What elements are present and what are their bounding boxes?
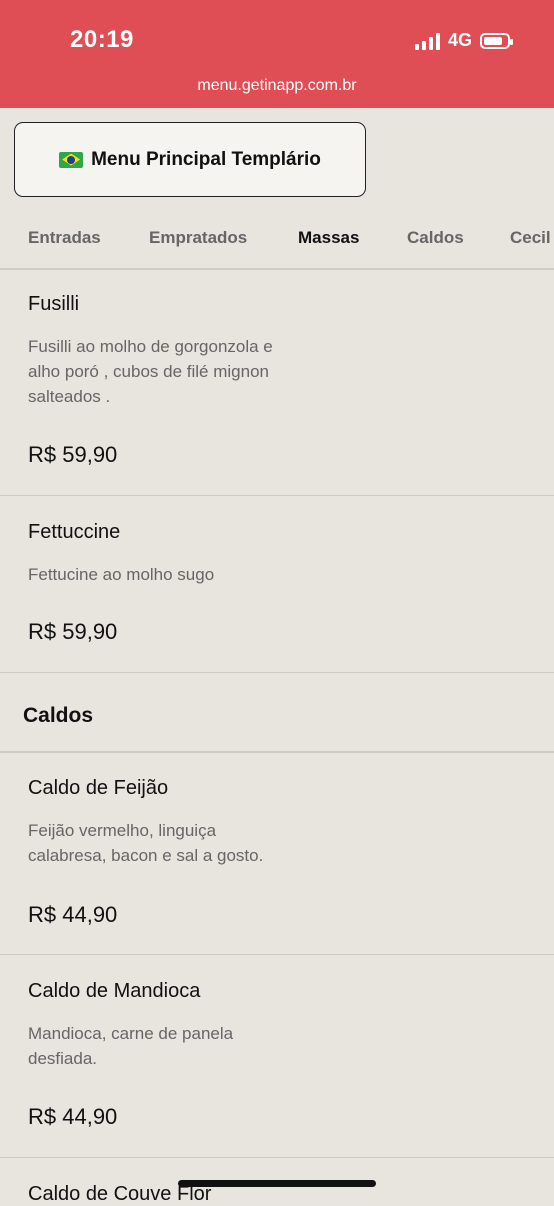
item-price: R$ 44,90 bbox=[28, 1104, 118, 1129]
tab-cecil[interactable]: Cecil bbox=[510, 228, 551, 248]
item-description-line: desfiada. bbox=[28, 1049, 97, 1068]
menu-item-caldo-feijao[interactable]: Caldo de Feijão Feijão vermelho, linguiç… bbox=[0, 753, 554, 955]
menu-item-caldo-mandioca[interactable]: Caldo de Mandioca Mandioca, carne de pan… bbox=[0, 955, 554, 1158]
menu-item-fusilli[interactable]: Fusilli Fusilli ao molho de gorgonzola e… bbox=[0, 269, 554, 496]
menu-item-fettuccine[interactable]: Fettuccine Fettucine ao molho sugo R$ 59… bbox=[0, 496, 554, 673]
menu-button-label: Menu Principal Templário bbox=[91, 148, 321, 170]
network-label: 4G bbox=[447, 30, 472, 50]
status-time: 20:19 bbox=[70, 26, 134, 53]
url-bar[interactable]: menu.getinapp.com.br bbox=[0, 77, 554, 95]
tab-entradas[interactable]: Entradas bbox=[28, 228, 101, 248]
item-description-line: alho poró , cubos de filé mignon bbox=[28, 362, 269, 381]
tab-empratados[interactable]: Empratados bbox=[149, 228, 247, 248]
item-description: Feijão vermelho, linguiça calabresa, bac… bbox=[28, 818, 328, 868]
category-tabs: Entradas Empratados Massas Caldos Cecil bbox=[0, 216, 554, 270]
signal-icon bbox=[414, 32, 440, 50]
item-name: Caldo de Mandioca bbox=[28, 980, 201, 1002]
item-name: Fusilli bbox=[28, 293, 80, 315]
item-description: Mandioca, carne de panela desfiada. bbox=[28, 1021, 328, 1071]
status-header: 20:19 4G menu.getinapp.com.br bbox=[0, 0, 554, 108]
item-description: Fusilli ao molho de gorgonzola e alho po… bbox=[28, 334, 328, 409]
section-title-caldos: Caldos bbox=[23, 704, 94, 727]
item-price: R$ 59,90 bbox=[28, 442, 118, 467]
item-description-line: salteados . bbox=[28, 387, 111, 406]
tab-massas[interactable]: Massas bbox=[298, 228, 359, 248]
item-description-line: Mandioca, carne de panela bbox=[28, 1024, 234, 1043]
item-description-line: Fusilli ao molho de gorgonzola e bbox=[28, 337, 273, 356]
item-description-line: calabresa, bacon e sal a gosto. bbox=[28, 846, 264, 865]
status-icons: 4G bbox=[414, 30, 513, 51]
item-price: R$ 44,90 bbox=[28, 902, 118, 927]
item-description-line: Feijão vermelho, linguiça bbox=[28, 821, 217, 840]
tab-caldos[interactable]: Caldos bbox=[407, 228, 464, 248]
item-name: Fettuccine bbox=[28, 521, 121, 543]
brazil-flag-icon bbox=[59, 151, 84, 168]
item-description: Fettucine ao molho sugo bbox=[28, 562, 328, 587]
item-name: Caldo de Feijão bbox=[28, 777, 169, 799]
menu-item-caldo-couve-flor[interactable]: Caldo de Couve Flor bbox=[0, 1158, 554, 1205]
home-indicator[interactable] bbox=[178, 1180, 376, 1187]
menu-selector-button[interactable]: Menu Principal Templário bbox=[14, 122, 366, 197]
item-description-line: Fettucine ao molho sugo bbox=[28, 565, 215, 584]
battery-icon bbox=[480, 32, 513, 49]
item-price: R$ 59,90 bbox=[28, 619, 118, 644]
